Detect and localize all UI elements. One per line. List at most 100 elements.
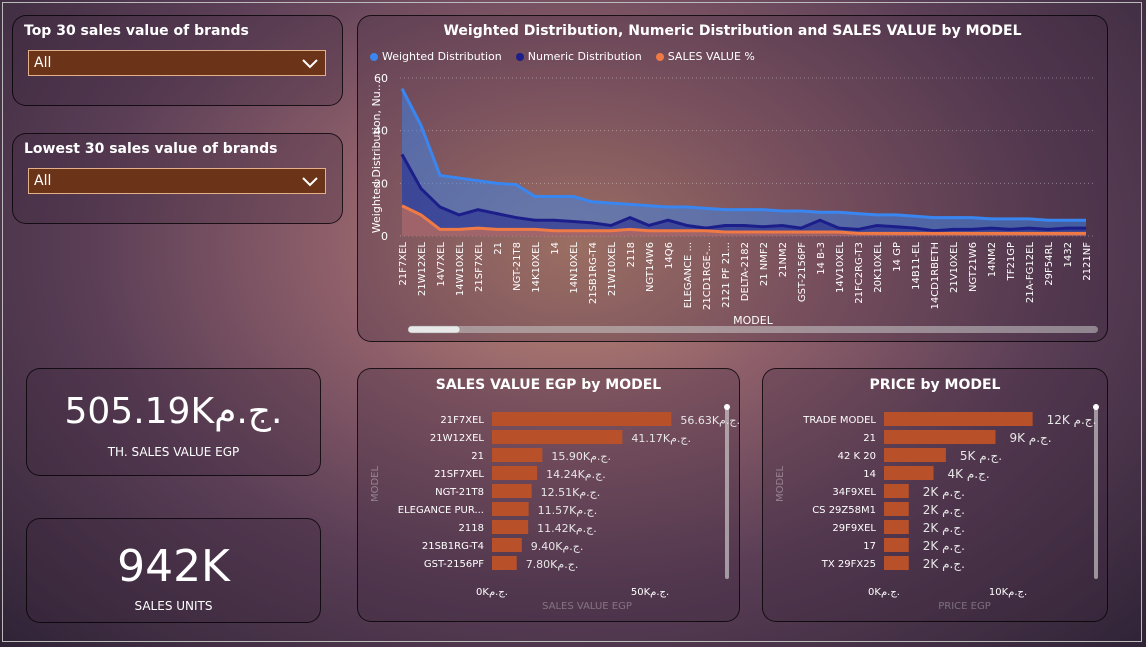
vertical-scrollbar-thumb[interactable]	[1093, 404, 1099, 410]
data-point[interactable]	[552, 229, 556, 233]
vertical-scrollbar-track[interactable]	[1094, 405, 1098, 579]
bar[interactable]	[884, 556, 909, 570]
horizontal-scrollbar-thumb[interactable]	[407, 325, 461, 334]
data-point[interactable]	[932, 216, 936, 220]
data-point[interactable]	[590, 221, 594, 225]
data-point[interactable]	[419, 213, 423, 217]
data-point[interactable]	[818, 230, 822, 234]
data-point[interactable]	[1084, 226, 1088, 230]
data-point[interactable]	[552, 218, 556, 222]
data-point[interactable]	[723, 230, 727, 234]
data-point[interactable]	[647, 223, 651, 227]
data-point[interactable]	[533, 195, 537, 199]
bar[interactable]	[884, 448, 946, 462]
data-point[interactable]	[761, 230, 765, 234]
data-point[interactable]	[495, 212, 499, 216]
data-point[interactable]	[761, 208, 765, 212]
data-point[interactable]	[761, 225, 765, 229]
data-point[interactable]	[590, 229, 594, 233]
data-point[interactable]	[400, 152, 404, 156]
data-point[interactable]	[514, 216, 518, 220]
horizontal-scrollbar-track[interactable]	[408, 326, 1098, 333]
bar[interactable]	[492, 466, 538, 480]
data-point[interactable]	[685, 205, 689, 209]
data-point[interactable]	[533, 218, 537, 222]
bar[interactable]	[884, 484, 909, 498]
data-point[interactable]	[457, 227, 461, 231]
data-point[interactable]	[970, 216, 974, 220]
data-point[interactable]	[989, 231, 993, 235]
data-point[interactable]	[780, 223, 784, 227]
data-point[interactable]	[818, 218, 822, 222]
bar[interactable]	[884, 520, 909, 534]
data-point[interactable]	[1027, 231, 1031, 235]
data-point[interactable]	[419, 123, 423, 127]
data-point[interactable]	[799, 226, 803, 230]
data-point[interactable]	[875, 223, 879, 227]
data-point[interactable]	[742, 223, 746, 227]
data-point[interactable]	[837, 226, 841, 230]
bar[interactable]	[884, 412, 1033, 426]
data-point[interactable]	[666, 218, 670, 222]
data-point[interactable]	[647, 229, 651, 233]
vertical-scrollbar-thumb[interactable]	[724, 404, 730, 410]
vertical-scrollbar-track[interactable]	[725, 405, 729, 579]
data-point[interactable]	[1065, 226, 1069, 230]
data-point[interactable]	[894, 225, 898, 229]
bar[interactable]	[492, 502, 529, 516]
bar[interactable]	[884, 466, 934, 480]
data-point[interactable]	[894, 213, 898, 217]
data-point[interactable]	[666, 205, 670, 209]
data-point[interactable]	[780, 230, 784, 234]
data-point[interactable]	[571, 220, 575, 224]
data-point[interactable]	[647, 204, 651, 208]
data-point[interactable]	[685, 229, 689, 233]
data-point[interactable]	[1065, 218, 1069, 222]
data-point[interactable]	[1065, 231, 1069, 235]
data-point[interactable]	[742, 208, 746, 212]
data-point[interactable]	[476, 208, 480, 212]
data-point[interactable]	[856, 227, 860, 231]
data-point[interactable]	[400, 204, 404, 208]
data-point[interactable]	[1046, 231, 1050, 235]
data-point[interactable]	[780, 209, 784, 213]
bar[interactable]	[492, 412, 672, 426]
data-point[interactable]	[1027, 217, 1031, 221]
data-point[interactable]	[609, 223, 613, 227]
data-point[interactable]	[571, 229, 575, 233]
data-point[interactable]	[609, 201, 613, 205]
data-point[interactable]	[989, 217, 993, 221]
data-point[interactable]	[723, 223, 727, 227]
bar[interactable]	[492, 520, 529, 534]
data-point[interactable]	[970, 231, 974, 235]
bar[interactable]	[492, 448, 543, 462]
data-point[interactable]	[875, 213, 879, 217]
data-point[interactable]	[457, 213, 461, 217]
data-point[interactable]	[628, 216, 632, 220]
bar[interactable]	[492, 556, 517, 570]
data-point[interactable]	[742, 230, 746, 234]
data-point[interactable]	[856, 231, 860, 235]
data-point[interactable]	[438, 205, 442, 209]
top30-brands-dropdown[interactable]: All	[28, 50, 326, 76]
data-point[interactable]	[476, 226, 480, 230]
data-point[interactable]	[609, 229, 613, 233]
data-point[interactable]	[837, 210, 841, 214]
data-point[interactable]	[628, 202, 632, 206]
data-point[interactable]	[1008, 217, 1012, 221]
data-point[interactable]	[514, 183, 518, 187]
bar[interactable]	[884, 502, 909, 516]
data-point[interactable]	[951, 231, 955, 235]
data-point[interactable]	[1027, 226, 1031, 230]
lowest30-brands-dropdown[interactable]: All	[28, 168, 326, 194]
data-point[interactable]	[1046, 227, 1050, 231]
data-point[interactable]	[438, 227, 442, 231]
data-point[interactable]	[400, 87, 404, 91]
data-point[interactable]	[1084, 218, 1088, 222]
data-point[interactable]	[913, 226, 917, 230]
data-point[interactable]	[875, 231, 879, 235]
bar[interactable]	[492, 430, 623, 444]
data-point[interactable]	[704, 206, 708, 210]
data-point[interactable]	[628, 227, 632, 231]
data-point[interactable]	[1046, 218, 1050, 222]
